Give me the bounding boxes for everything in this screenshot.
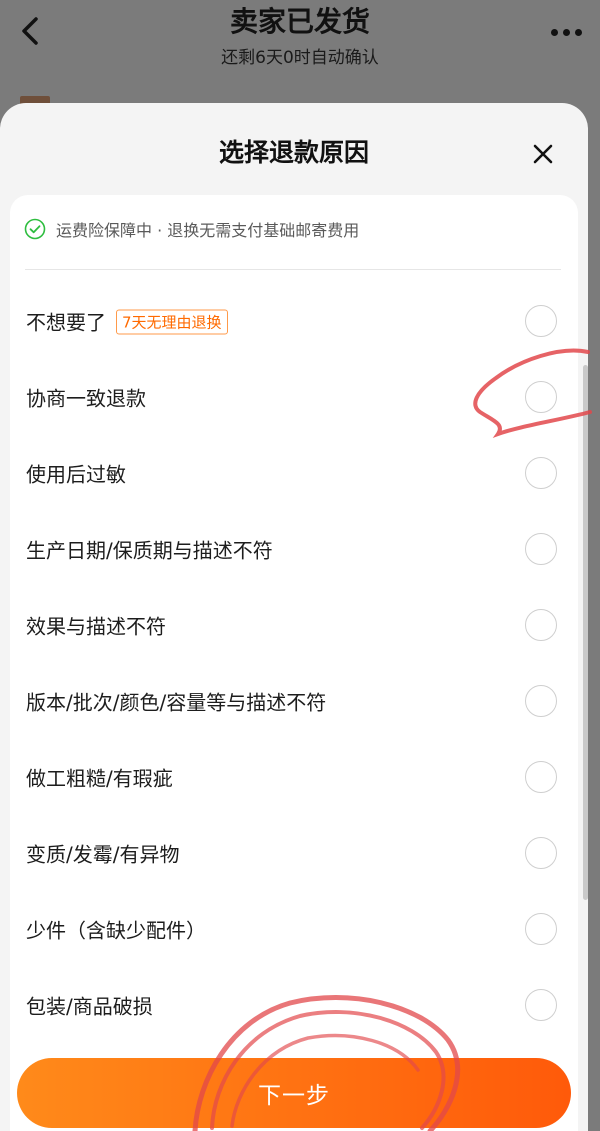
check-circle-icon — [24, 218, 46, 240]
reason-option[interactable]: 做工粗糙/有瑕疵 — [10, 739, 578, 815]
radio-button[interactable] — [525, 533, 557, 565]
reason-option[interactable]: 包装/商品破损 — [10, 967, 578, 1043]
reason-option[interactable]: 协商一致退款 — [10, 359, 578, 435]
reason-option[interactable]: 效果与描述不符 — [10, 587, 578, 663]
divider — [25, 269, 561, 270]
reason-label: 版本/批次/颜色/容量等与描述不符 — [26, 690, 327, 715]
scrollbar[interactable] — [583, 365, 588, 900]
close-icon[interactable] — [525, 136, 561, 172]
reason-option[interactable]: 少件（含缺少配件） — [10, 891, 578, 967]
reason-label: 少件（含缺少配件） — [26, 918, 206, 943]
reason-option[interactable]: 变质/发霉/有异物 — [10, 815, 578, 891]
radio-button[interactable] — [525, 685, 557, 717]
insurance-notice: 运费险保障中 · 退换无需支付基础邮寄费用 — [24, 215, 359, 243]
page-header: 卖家已发货 还剩6天0时自动确认 — [0, 0, 600, 110]
page-subtitle: 还剩6天0时自动确认 — [221, 48, 379, 68]
reason-label: 生产日期/保质期与描述不符 — [26, 538, 273, 563]
reason-option[interactable]: 版本/批次/颜色/容量等与描述不符 — [10, 663, 578, 739]
reason-label: 协商一致退款 — [26, 386, 146, 411]
radio-button[interactable] — [525, 305, 557, 337]
notice-text: 运费险保障中 · 退换无需支付基础邮寄费用 — [56, 221, 360, 240]
sheet-title: 选择退款原因 — [218, 138, 369, 167]
reason-option[interactable]: 生产日期/保质期与描述不符 — [10, 511, 578, 587]
radio-button[interactable] — [525, 381, 557, 413]
radio-button[interactable] — [525, 989, 557, 1021]
next-step-button[interactable]: 下一步 — [17, 1058, 571, 1128]
reason-label: 使用后过敏 — [26, 462, 126, 487]
reason-option[interactable]: 使用后过敏 — [10, 435, 578, 511]
more-icon[interactable] — [546, 16, 586, 46]
reason-option[interactable]: 不想要了 7天无理由退换 — [10, 283, 578, 359]
page-title: 卖家已发货 — [229, 5, 370, 38]
radio-button[interactable] — [525, 837, 557, 869]
radio-button[interactable] — [525, 609, 557, 641]
reason-label: 效果与描述不符 — [26, 614, 166, 639]
refund-reason-sheet: 选择退款原因 运费险保障中 · 退换无需支付基础邮寄费用 不想要了 7天无理由退换… — [0, 103, 588, 1131]
reason-label: 包装/商品破损 — [26, 994, 153, 1019]
reason-card: 运费险保障中 · 退换无需支付基础邮寄费用 不想要了 7天无理由退换 协商一致退款… — [10, 195, 578, 1131]
radio-button[interactable] — [525, 913, 557, 945]
radio-button[interactable] — [525, 457, 557, 489]
reason-label: 变质/发霉/有异物 — [26, 842, 180, 867]
reason-label: 做工粗糙/有瑕疵 — [26, 766, 173, 791]
no-reason-return-badge: 7天无理由退换 — [116, 309, 228, 335]
radio-button[interactable] — [525, 761, 557, 793]
reason-label: 不想要了 7天无理由退换 — [26, 307, 228, 336]
